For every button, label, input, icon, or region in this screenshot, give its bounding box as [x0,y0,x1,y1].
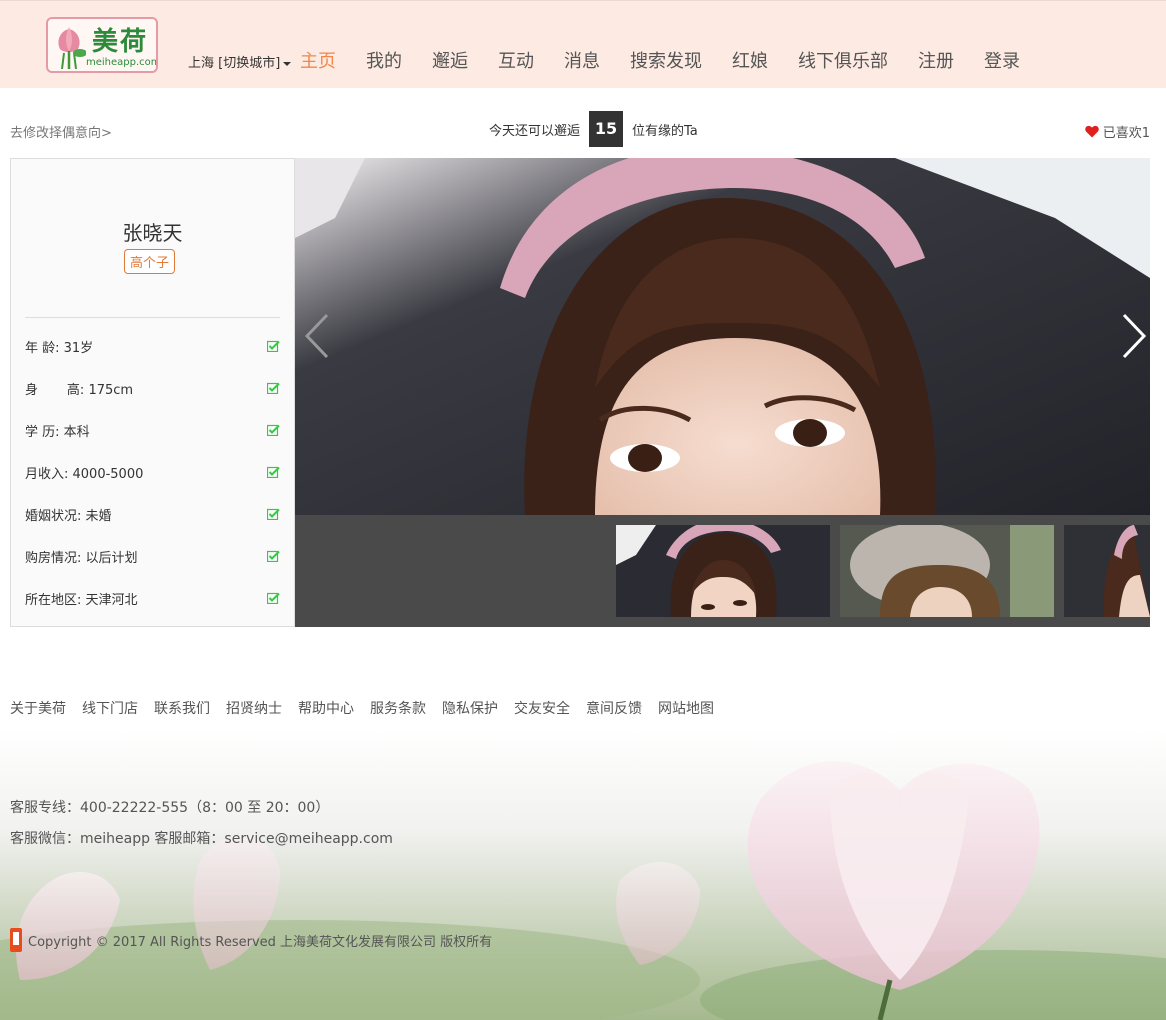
footer-link-terms[interactable]: 服务条款 [370,698,426,718]
meet-suffix: 位有缘的Ta [632,123,698,139]
wechat-email-text: 客服微信：meiheapp 客服邮箱：service@meiheapp.com [10,831,393,847]
nav-home[interactable]: 主页 [300,47,336,75]
city-label: 上海 [切换城市] [188,56,281,71]
copyright-text: Copyright © 2017 All Rights Reserved 上海美… [28,934,493,950]
caret-down-icon [283,61,292,66]
footer-link-privacy[interactable]: 隐私保护 [442,698,498,718]
profile-tag: 高个子 [124,249,176,274]
copyright: Copyright © 2017 All Rights Reserved 上海美… [10,928,492,952]
profile-row-education: 学 历: 本科 [25,409,280,451]
hotline-text: 客服专线：400-22222-555（8：00 至 20：00） [10,800,330,816]
profile-row-housing: 购房情况: 以后计划 [25,535,280,577]
liked-label: 已喜欢1 [1102,126,1150,141]
footer-link-careers[interactable]: 招贤纳士 [226,698,282,718]
lotus-background-image [0,730,1166,1020]
check-icon [267,382,280,394]
attribute-label: 学 历: 本科 [25,424,90,440]
check-icon [267,340,280,352]
attribute-label: 所在地区: 天津河北 [25,592,138,608]
thumbnail-photo[interactable] [1064,525,1150,617]
city-switcher[interactable]: 上海 [切换城市] [188,52,292,71]
profile-row-height: 身 高: 175cm [25,367,280,409]
main-photo [295,158,1150,515]
check-icon [267,550,280,562]
check-icon [267,508,280,520]
meet-count: 15 [589,111,624,147]
thumbnail-photo[interactable] [840,525,1054,617]
profile-name: 张晓天 [122,221,183,245]
meet-prefix: 今天还可以邂逅 [489,123,581,139]
check-icon [267,424,280,436]
attribute-label: 购房情况: 以后计划 [25,550,138,566]
nav-mine[interactable]: 我的 [366,47,402,75]
footer-link-contact[interactable]: 联系我们 [154,698,210,718]
encounter-counter: 今天还可以邂逅 15 位有缘的Ta [489,110,698,148]
footer-link-help[interactable]: 帮助中心 [298,698,354,718]
profile-row-location: 所在地区: 天津河北 [25,577,280,619]
attribute-label: 身 高: 175cm [25,382,134,398]
nav-matchmaker[interactable]: 红娘 [732,47,768,75]
profile-row-income: 月收入: 4000-5000 [25,451,280,493]
nav-interact[interactable]: 互动 [498,47,534,75]
logo-url: meiheapp.com [86,57,158,68]
site-logo[interactable]: 美荷 meiheapp.com [46,17,158,73]
footer-links: 关于美荷 线下门店 联系我们 招贤纳士 帮助中心 服务条款 隐私保护 交友安全 … [10,698,730,718]
attribute-label: 月收入: 4000-5000 [25,466,144,482]
attribute-label: 年 龄: 31岁 [25,340,94,356]
chevron-left-icon[interactable] [303,313,331,359]
nav-search[interactable]: 搜索发现 [630,47,702,75]
liked-counter[interactable]: 已喜欢1 [1084,122,1150,141]
profile-card: 张晓天 高个子 年 龄: 31岁 身 高: 175cm 学 历: 本科 月收入:… [10,158,295,627]
logo-text: 美荷 [92,27,149,57]
profile-row-age: 年 龄: 31岁 [25,325,280,367]
nav-offline-club[interactable]: 线下俱乐部 [798,47,888,75]
heart-icon [1084,125,1099,138]
main-nav: 主页 我的 邂逅 互动 消息 搜索发现 红娘 线下俱乐部 注册 登录 [300,47,1050,75]
thumbnail-photo[interactable] [616,525,830,617]
thumbnail-strip [295,515,1150,627]
attribute-label: 婚姻状况: 未婚 [25,508,112,524]
site-header: 美荷 meiheapp.com 上海 [切换城市] 主页 我的 邂逅 互动 消息… [0,0,1166,88]
nav-encounter[interactable]: 邂逅 [432,47,468,75]
modify-preference-link[interactable]: 去修改择偶意向> [10,122,112,141]
profile-divider [25,317,280,318]
footer-link-safety[interactable]: 交友安全 [514,698,570,718]
check-icon [267,592,280,604]
footer-link-stores[interactable]: 线下门店 [82,698,138,718]
footer-link-about[interactable]: 关于美荷 [10,698,66,718]
footer-link-feedback[interactable]: 意间反馈 [586,698,642,718]
profile-attributes: 年 龄: 31岁 身 高: 175cm 学 历: 本科 月收入: 4000-50… [25,325,280,619]
phone-icon[interactable] [10,928,22,952]
profile-row-marital: 婚姻状况: 未婚 [25,493,280,535]
footer-link-sitemap[interactable]: 网站地图 [658,698,714,718]
chevron-right-icon[interactable] [1120,313,1148,359]
nav-messages[interactable]: 消息 [564,47,600,75]
check-icon [267,466,280,478]
encounter-toolbar: 去修改择偶意向> 今天还可以邂逅 15 位有缘的Ta 已喜欢1 [10,110,1150,148]
nav-login[interactable]: 登录 [984,47,1020,75]
lotus-logo-icon [58,27,86,69]
contact-info: 客服专线：400-22222-555（8：00 至 20：00） 客服微信：me… [10,793,393,855]
photo-gallery [295,158,1150,627]
nav-register[interactable]: 注册 [918,47,954,75]
